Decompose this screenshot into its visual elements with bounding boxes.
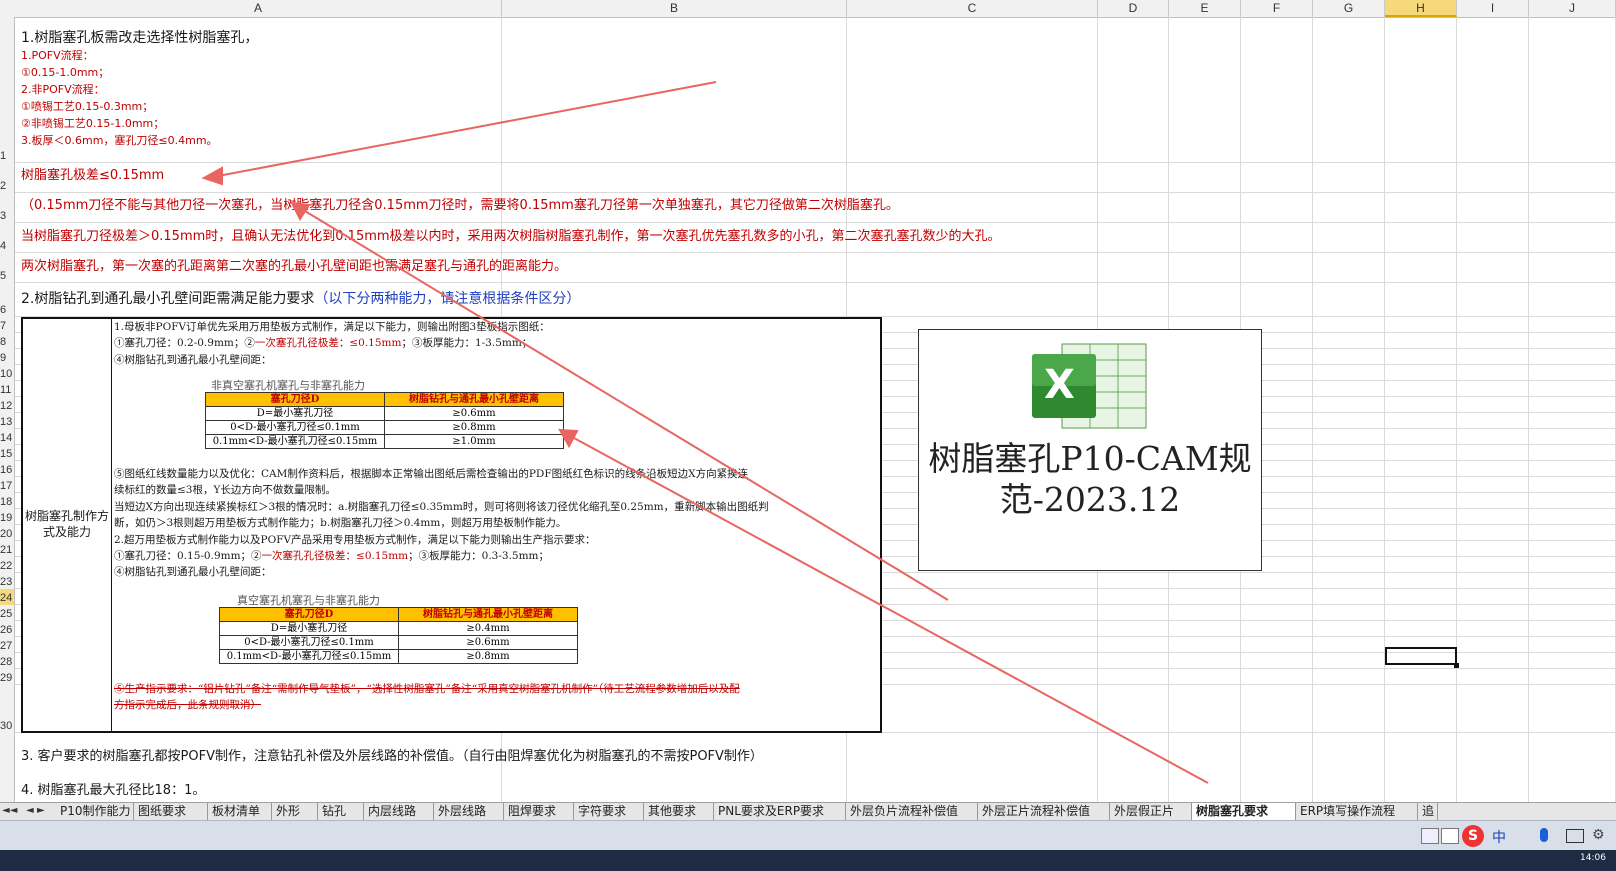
taskbar: 14:06 [0, 850, 1616, 871]
sheet-tab[interactable]: 阻焊要求 [504, 803, 574, 820]
arrow-line-2 [299, 207, 949, 601]
arrow-head-1 [201, 166, 223, 186]
clock: 14:06 [1580, 853, 1606, 863]
sogou-ime-icon[interactable]: S [1462, 825, 1484, 847]
status-bar: S 中 ⚙ [0, 820, 1616, 851]
sheet-tab[interactable]: 外层线路 [434, 803, 504, 820]
sheet-tab-bar: ◄◄ ◄ ► P10制作能力 图纸要求 板材清单 外形 钻孔 内层线路 外层线路 阻焊要求 字符… [0, 802, 1616, 821]
sheet-tab[interactable]: PNL要求及ERP要求 [714, 803, 846, 820]
sheet-tab[interactable]: 外层负片流程补偿值 [846, 803, 978, 820]
sheet-tab[interactable]: 追 [1418, 803, 1438, 820]
sheet-tab[interactable]: 内层线路 [364, 803, 434, 820]
sheet-tab[interactable]: 字符要求 [574, 803, 644, 820]
arrow-line-3 [573, 437, 1209, 784]
sheet-tab[interactable]: 钻孔 [318, 803, 364, 820]
tab-scroll-next-icon[interactable]: ► [37, 805, 45, 816]
sheet-tab[interactable]: 外层假正片 [1110, 803, 1192, 820]
keyboard-icon[interactable] [1566, 829, 1584, 843]
tab-scroll-first-icon[interactable]: ◄◄ [2, 805, 17, 816]
page-layout-icon[interactable] [1441, 828, 1459, 844]
sheet-tab[interactable]: ERP填写操作流程 [1296, 803, 1418, 820]
sheet-tab[interactable]: 其他要求 [644, 803, 714, 820]
sheet-tab[interactable]: 外形 [272, 803, 318, 820]
sheet-tab[interactable]: 图纸要求 [134, 803, 208, 820]
sheet-tab[interactable]: 树脂塞孔要求 [1192, 803, 1296, 820]
ime-mode-label[interactable]: 中 [1492, 827, 1506, 847]
sheet-tab[interactable]: 板材清单 [208, 803, 272, 820]
sheet-tab[interactable]: P10制作能力 [56, 803, 134, 820]
tab-scroll-prev-icon[interactable]: ◄ [26, 805, 34, 816]
sheet-tab[interactable]: 外层正片流程补偿值 [978, 803, 1110, 820]
settings-gear-icon[interactable]: ⚙ [1592, 827, 1605, 843]
mic-icon[interactable] [1540, 828, 1548, 842]
normal-view-icon[interactable] [1421, 828, 1439, 844]
arrow-line-1 [217, 81, 717, 177]
annotation-arrows [201, 81, 1209, 784]
